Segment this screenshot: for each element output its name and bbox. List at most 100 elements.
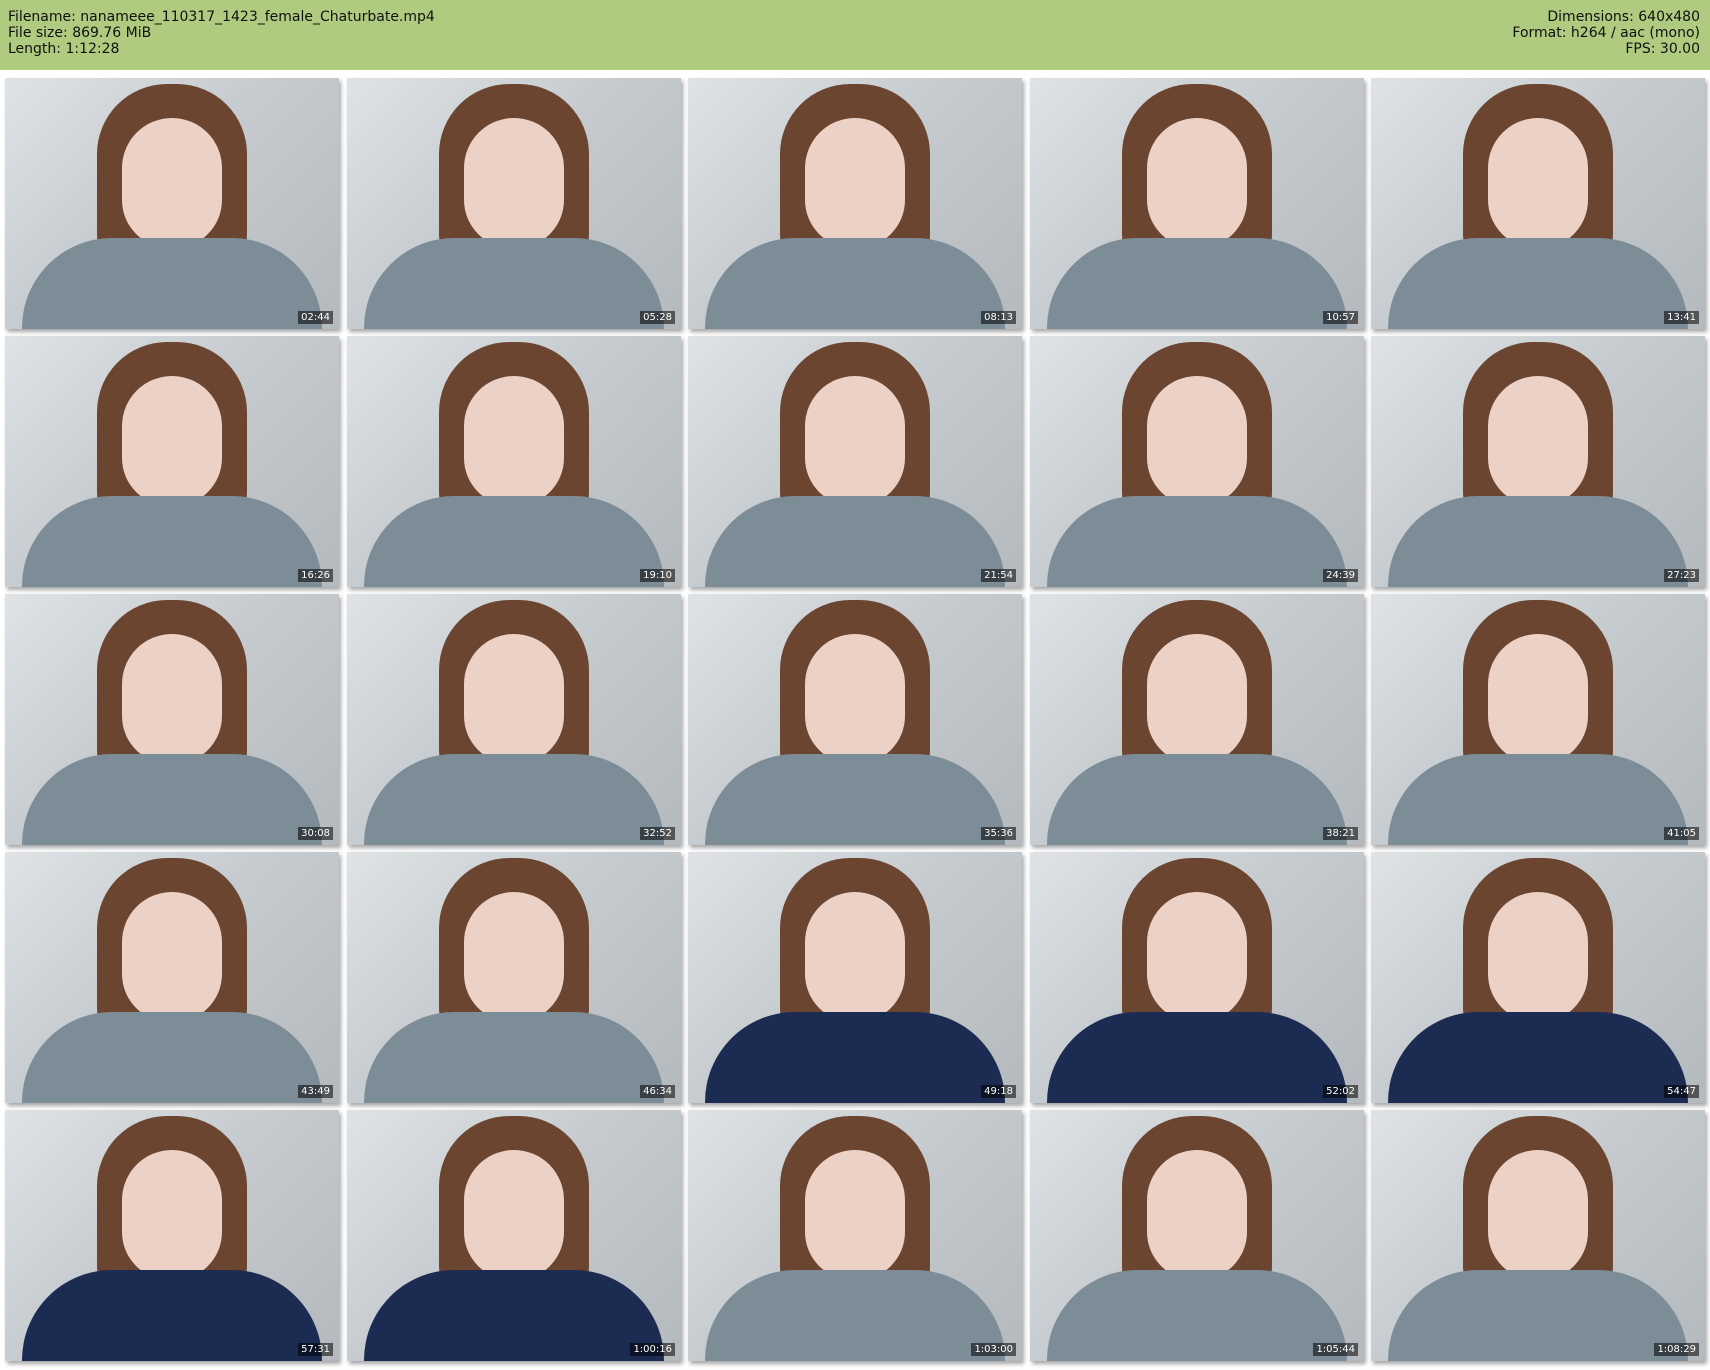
video-thumbnail[interactable]: 35:36 — [688, 594, 1022, 845]
frame-image-face — [1147, 1150, 1247, 1280]
frame-image-face — [122, 1150, 222, 1280]
video-thumbnail[interactable]: 1:05:44 — [1030, 1110, 1364, 1361]
video-thumbnail[interactable]: 1:00:16 — [347, 1110, 681, 1361]
frame-image-face — [122, 892, 222, 1022]
fps-label: FPS: 30.00 — [1625, 41, 1700, 57]
frame-image-face — [464, 376, 564, 506]
frame-image-face — [1488, 118, 1588, 248]
frame-image-face — [122, 634, 222, 764]
timestamp-label: 46:34 — [640, 1085, 675, 1098]
timestamp-label: 1:03:00 — [971, 1343, 1016, 1356]
timestamp-label: 24:39 — [1323, 569, 1358, 582]
video-thumbnail[interactable]: 02:44 — [5, 78, 339, 329]
video-thumbnail[interactable]: 08:13 — [688, 78, 1022, 329]
format-label: Format: h264 / aac (mono) — [1512, 25, 1700, 41]
video-thumbnail[interactable]: 24:39 — [1030, 336, 1364, 587]
timestamp-label: 43:49 — [298, 1085, 333, 1098]
frame-image-body — [705, 1012, 1005, 1103]
timestamp-label: 38:21 — [1323, 827, 1358, 840]
timestamp-label: 35:36 — [981, 827, 1016, 840]
timestamp-label: 1:08:29 — [1654, 1343, 1699, 1356]
frame-image-face — [464, 892, 564, 1022]
filename-label: Filename: nanameee_110317_1423_female_Ch… — [8, 9, 435, 25]
video-thumbnail[interactable]: 46:34 — [347, 852, 681, 1103]
frame-image-body — [705, 1270, 1005, 1361]
frame-image-body — [22, 754, 322, 845]
timestamp-label: 1:05:44 — [1313, 1343, 1358, 1356]
video-thumbnail[interactable]: 05:28 — [347, 78, 681, 329]
frame-image-body — [22, 1270, 322, 1361]
timestamp-label: 19:10 — [640, 569, 675, 582]
frame-image-body — [364, 754, 664, 845]
timestamp-label: 13:41 — [1664, 311, 1699, 324]
frame-image-face — [805, 376, 905, 506]
timestamp-label: 05:28 — [640, 311, 675, 324]
frame-image-body — [22, 1012, 322, 1103]
video-thumbnail[interactable]: 57:31 — [5, 1110, 339, 1361]
video-thumbnail[interactable]: 49:18 — [688, 852, 1022, 1103]
timestamp-label: 57:31 — [298, 1343, 333, 1356]
frame-image-body — [22, 238, 322, 329]
frame-image-face — [805, 118, 905, 248]
frame-image-body — [1047, 238, 1347, 329]
frame-image-face — [1147, 376, 1247, 506]
timestamp-label: 02:44 — [298, 311, 333, 324]
timestamp-label: 10:57 — [1323, 311, 1358, 324]
video-thumbnail[interactable]: 19:10 — [347, 336, 681, 587]
frame-image-face — [1488, 634, 1588, 764]
frame-image-face — [1147, 892, 1247, 1022]
frame-image-body — [364, 238, 664, 329]
frame-image-face — [122, 118, 222, 248]
frame-image-face — [805, 634, 905, 764]
video-thumbnail[interactable]: 1:08:29 — [1371, 1110, 1705, 1361]
frame-image-body — [1388, 496, 1688, 587]
video-thumbnail[interactable]: 54:47 — [1371, 852, 1705, 1103]
frame-image-face — [1488, 892, 1588, 1022]
frame-image-body — [1388, 754, 1688, 845]
frame-image-face — [805, 1150, 905, 1280]
frame-image-face — [464, 118, 564, 248]
video-thumbnail[interactable]: 16:26 — [5, 336, 339, 587]
frame-image-body — [705, 754, 1005, 845]
frame-image-body — [364, 1012, 664, 1103]
frame-image-face — [805, 892, 905, 1022]
video-thumbnail[interactable]: 10:57 — [1030, 78, 1364, 329]
filesize-label: File size: 869.76 MiB — [8, 25, 152, 41]
frame-image-body — [1388, 1012, 1688, 1103]
frame-image-face — [464, 1150, 564, 1280]
timestamp-label: 32:52 — [640, 827, 675, 840]
timestamp-label: 08:13 — [981, 311, 1016, 324]
video-thumbnail[interactable]: 38:21 — [1030, 594, 1364, 845]
video-thumbnail[interactable]: 43:49 — [5, 852, 339, 1103]
frame-image-face — [464, 634, 564, 764]
timestamp-label: 52:02 — [1323, 1085, 1358, 1098]
video-thumbnail[interactable]: 30:08 — [5, 594, 339, 845]
frame-image-body — [705, 496, 1005, 587]
timestamp-label: 21:54 — [981, 569, 1016, 582]
timestamp-label: 27:23 — [1664, 569, 1699, 582]
video-thumbnail[interactable]: 21:54 — [688, 336, 1022, 587]
video-thumbnail[interactable]: 32:52 — [347, 594, 681, 845]
info-header: Filename: nanameee_110317_1423_female_Ch… — [0, 0, 1710, 70]
frame-image-body — [705, 238, 1005, 329]
dimensions-label: Dimensions: 640x480 — [1547, 9, 1700, 25]
video-thumbnail[interactable]: 13:41 — [1371, 78, 1705, 329]
video-thumbnail[interactable]: 52:02 — [1030, 852, 1364, 1103]
file-info: Filename: nanameee_110317_1423_female_Ch… — [8, 9, 435, 57]
frame-image-face — [1488, 376, 1588, 506]
length-label: Length: 1:12:28 — [8, 41, 120, 57]
video-thumbnail[interactable]: 1:03:00 — [688, 1110, 1022, 1361]
video-thumbnail[interactable]: 27:23 — [1371, 336, 1705, 587]
media-info: Dimensions: 640x480 Format: h264 / aac (… — [1512, 9, 1700, 57]
frame-image-body — [22, 496, 322, 587]
timestamp-label: 16:26 — [298, 569, 333, 582]
frame-image-face — [1147, 118, 1247, 248]
frame-image-body — [364, 496, 664, 587]
video-thumbnail[interactable]: 41:05 — [1371, 594, 1705, 845]
timestamp-label: 54:47 — [1664, 1085, 1699, 1098]
timestamp-label: 30:08 — [298, 827, 333, 840]
frame-image-face — [1488, 1150, 1588, 1280]
timestamp-label: 41:05 — [1664, 827, 1699, 840]
frame-image-body — [1388, 1270, 1688, 1361]
frame-image-body — [1388, 238, 1688, 329]
